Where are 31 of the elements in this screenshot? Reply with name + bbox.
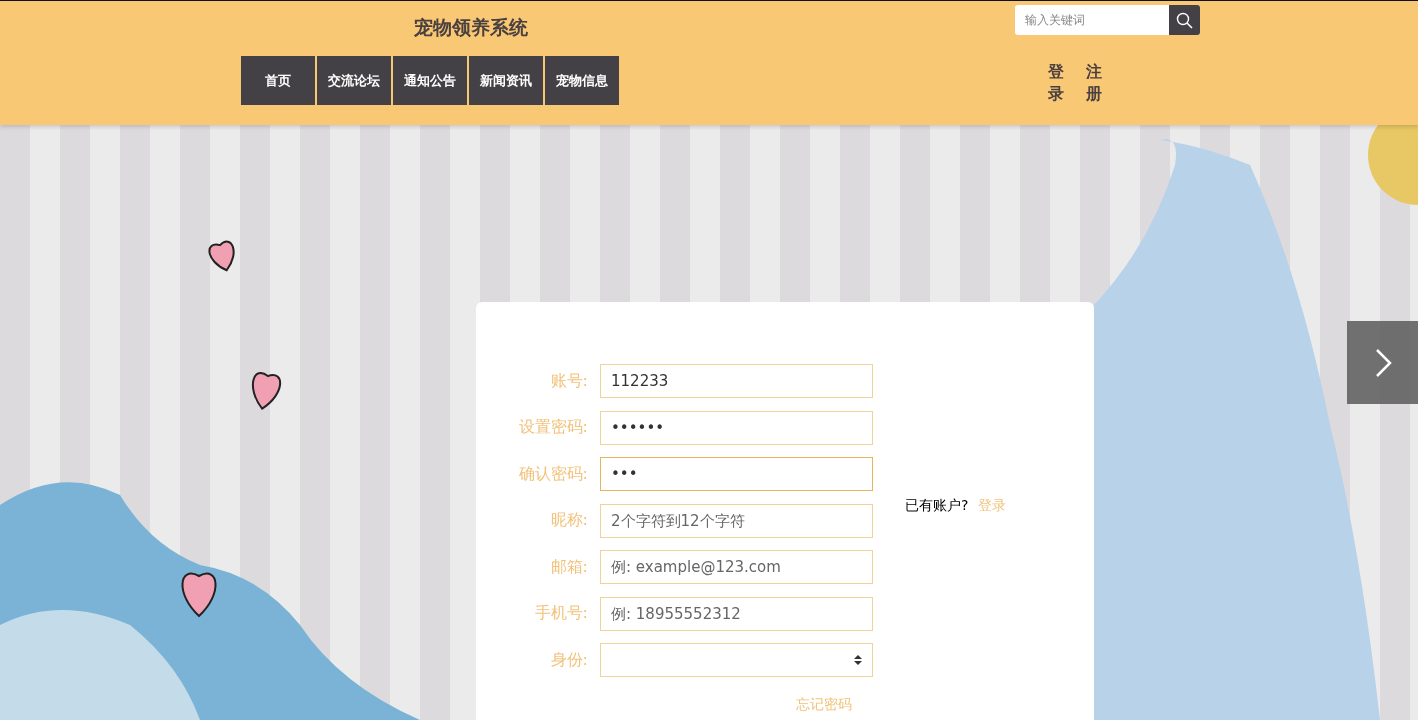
- field-label: 身份:: [549, 649, 588, 671]
- heart-drawing: [251, 371, 282, 410]
- heart-drawing: [181, 572, 217, 617]
- sort-caret-icon: [854, 655, 862, 665]
- nav-tab[interactable]: 首页: [241, 56, 315, 105]
- input-field[interactable]: 112233: [600, 364, 873, 398]
- field-label: 设置密码:: [517, 417, 588, 438]
- input-field[interactable]: 例: 18955552312: [600, 596, 873, 631]
- field-label: 昵称:: [549, 510, 588, 531]
- field-label: 账号:: [549, 370, 588, 392]
- nav-tab[interactable]: 交流论坛: [317, 56, 391, 105]
- aside-text: 已有账户?: [905, 497, 969, 515]
- field-label: 确认密码:: [517, 463, 588, 485]
- input-field[interactable]: 2个字符到12个字符: [600, 503, 873, 538]
- nav-tab[interactable]: 通知公告: [393, 56, 467, 105]
- search-button[interactable]: [1169, 5, 1200, 35]
- field-label: 邮箱:: [549, 556, 588, 578]
- search-icon: [1176, 11, 1193, 29]
- auth-link[interactable]: 注册: [1086, 61, 1102, 106]
- nav-tab[interactable]: 宠物信息: [545, 56, 619, 105]
- auth-link[interactable]: 登录: [1048, 61, 1064, 106]
- field-label: 手机号:: [533, 603, 588, 624]
- input-field[interactable]: 例: example@123.com: [600, 550, 873, 584]
- chevron-right-icon: [1373, 347, 1392, 378]
- site-title: 宠物领养系统: [414, 15, 528, 40]
- nav-tab[interactable]: 新闻资讯: [469, 56, 543, 105]
- input-field[interactable]: •••: [600, 457, 873, 491]
- select-field[interactable]: [600, 643, 873, 677]
- heart-drawing: [208, 240, 235, 272]
- next-button[interactable]: [1347, 321, 1418, 404]
- input-field[interactable]: ••••••: [600, 410, 873, 445]
